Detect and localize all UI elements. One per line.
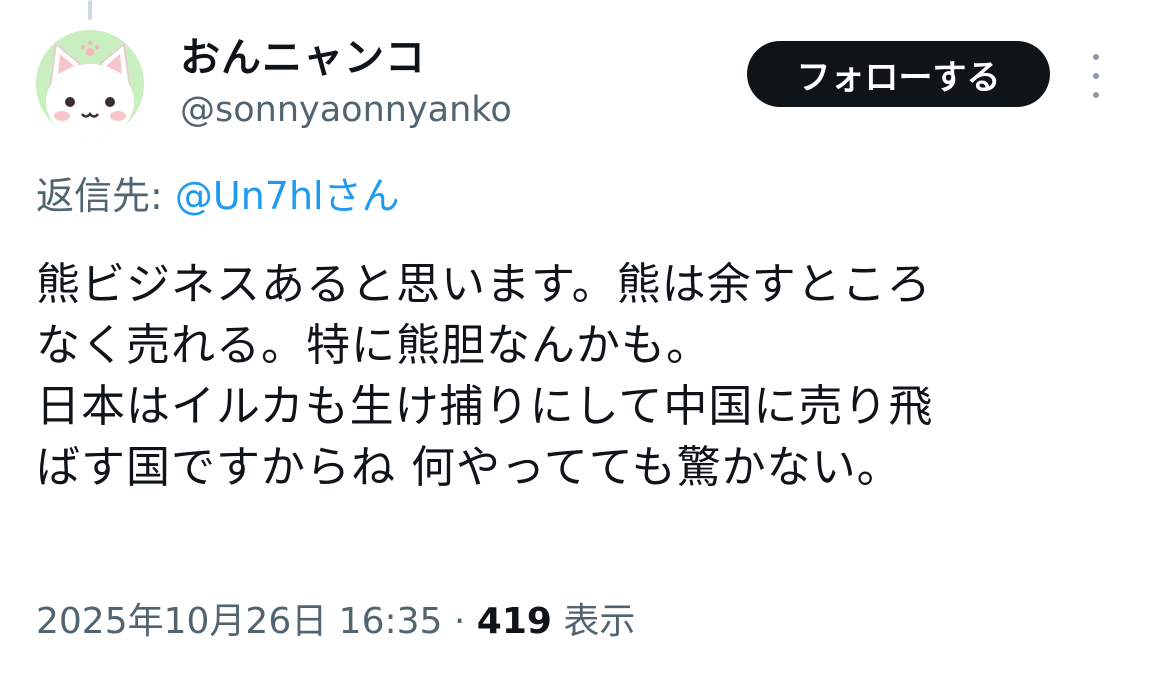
views-label: 表示 [551,601,636,642]
tweet-text-line: ばす国ですからね 何やってても驚かない。 [36,442,902,493]
timestamp-link[interactable]: 2025年10月26日 16:35 [36,601,442,642]
more-dot [1093,73,1099,79]
tweet-text: 熊ビジネスあると思います。熊は余すところ なく売れる。特に熊胆なんかも。 日本は… [36,254,1126,498]
display-name[interactable]: おんニャンコ [180,32,426,84]
more-dot [1093,92,1099,98]
user-handle[interactable]: @sonnyaonnyanko [180,86,512,134]
reply-prefix: 返信先: [36,174,175,218]
follow-button-label: フォローする [796,57,1001,98]
avatar[interactable] [36,30,144,138]
more-dot [1093,54,1099,60]
more-vertical-icon[interactable] [1082,54,1110,98]
views-count[interactable]: 419 [477,601,552,642]
tweet-text-line: 日本はイルカも生け捕りにして中国に売り飛 [36,381,934,432]
follow-button[interactable]: フォローする [747,41,1050,107]
thread-connector-line [88,0,92,20]
tweet-text-line: 熊ビジネスあると思います。熊は余すところ [36,259,932,310]
tweet-text-line: なく売れる。特に熊胆なんかも。 [36,320,711,371]
cat-avatar-icon [36,30,144,138]
reply-to-line: 返信先: @Un7hlさん [36,170,400,222]
meta-separator: · [442,601,477,642]
reply-mention-link[interactable]: @Un7hlさん [175,174,400,218]
tweet-meta: 2025年10月26日 16:35 · 419 表示 [36,596,635,648]
